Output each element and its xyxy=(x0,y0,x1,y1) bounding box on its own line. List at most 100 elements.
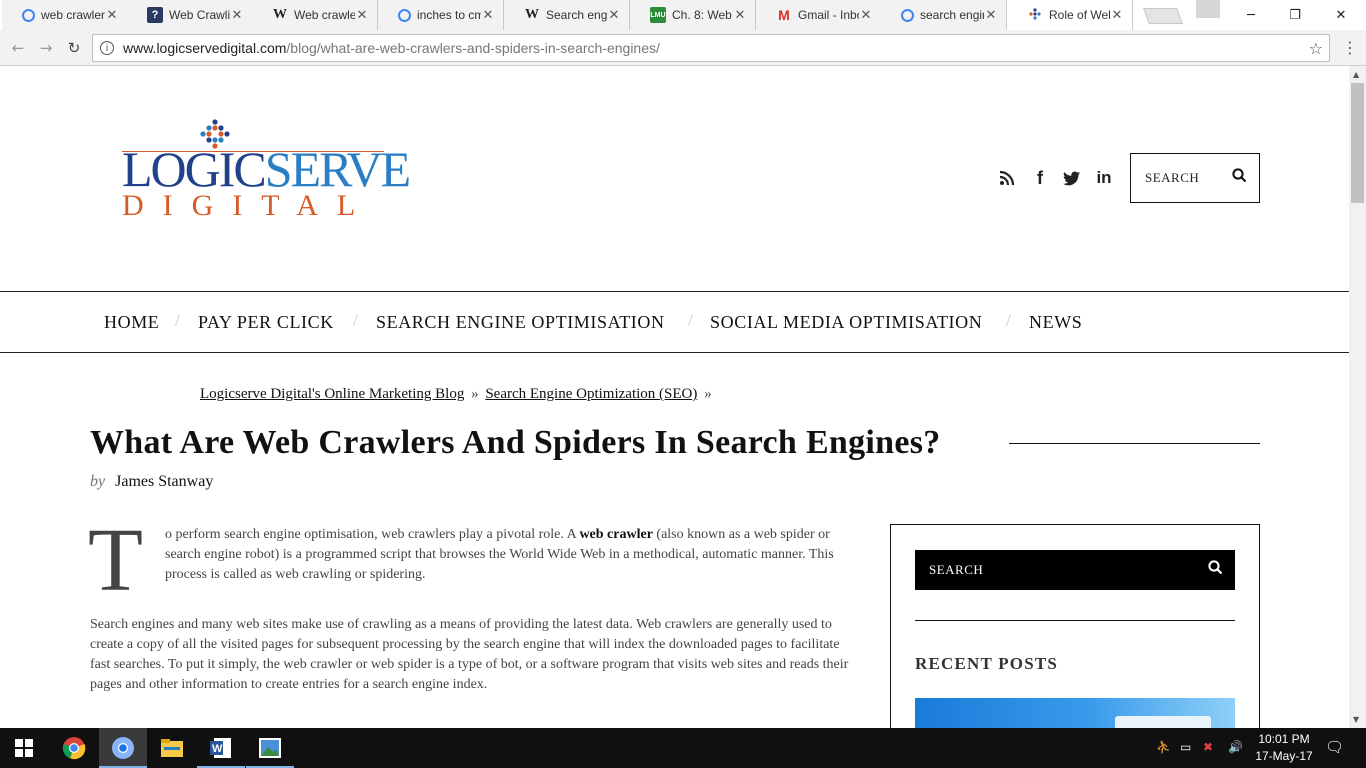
clock-time: 10:01 PM xyxy=(1258,732,1310,746)
browser-tab[interactable]: search engine ✕ xyxy=(881,0,1007,30)
profile-icon[interactable] xyxy=(1196,0,1220,18)
main-nav: HOME / PAY PER CLICK / SEARCH ENGINE OPT… xyxy=(0,291,1349,353)
lmu-icon: LMU xyxy=(650,7,666,23)
browser-tab[interactable]: M Gmail - Inbox ✕ xyxy=(756,0,882,30)
file-explorer-icon[interactable] xyxy=(148,728,196,768)
tab-title: search engine xyxy=(920,8,984,22)
browser-tab[interactable]: LMU Ch. 8: Web C ✕ xyxy=(630,0,756,30)
close-icon[interactable]: ✕ xyxy=(355,7,369,23)
close-icon[interactable]: ✕ xyxy=(230,7,244,23)
bookmark-star-icon[interactable]: ☆ xyxy=(1309,39,1323,58)
sidebar-search[interactable]: SEARCH xyxy=(915,550,1235,590)
taskbar: W ⛹ ▭ ✖ 🔊 🗨 xyxy=(0,728,1366,768)
tab-title: Web Crawling xyxy=(169,8,230,22)
tab-title: inches to cm xyxy=(417,8,481,22)
linkedin-icon[interactable]: in xyxy=(1093,168,1115,188)
browser-tab-strip: web crawler ✕ ? Web Crawling ✕ W Web cra… xyxy=(0,0,1366,30)
info-icon[interactable]: i xyxy=(100,41,114,55)
nav-seo[interactable]: SEARCH ENGINE OPTIMISATION xyxy=(376,312,665,333)
clock-date: 17-May-17 xyxy=(1255,749,1313,763)
windows-start-icon[interactable] xyxy=(0,728,48,768)
title-divider xyxy=(1009,443,1260,444)
scroll-down-icon[interactable]: ▼ xyxy=(1353,715,1359,724)
bold-term: web crawler xyxy=(579,527,653,542)
chrome-active-taskbar-icon[interactable] xyxy=(99,728,147,768)
network-icon[interactable]: ✖ xyxy=(1203,740,1213,754)
facebook-icon[interactable]: f xyxy=(1030,168,1050,188)
word-icon[interactable]: W xyxy=(197,728,245,768)
search-icon[interactable] xyxy=(1208,560,1223,580)
author-name[interactable]: James Stanway xyxy=(115,473,213,490)
rss-icon[interactable] xyxy=(997,168,1017,188)
article-paragraph-1: o perform search engine optimisation, we… xyxy=(165,527,834,582)
restore-icon[interactable]: ❐ xyxy=(1272,0,1318,30)
nav-pay-per-click[interactable]: PAY PER CLICK xyxy=(198,312,334,333)
nav-smo[interactable]: SOCIAL MEDIA OPTIMISATION xyxy=(710,312,982,333)
page-title: What Are Web Crawlers And Spiders In Sea… xyxy=(90,424,941,461)
page-scrollbar[interactable]: ▲ ▼ xyxy=(1349,66,1366,728)
close-icon[interactable]: ✕ xyxy=(607,7,621,23)
twitter-icon[interactable] xyxy=(1061,168,1083,188)
browser-tab[interactable]: inches to cm ✕ xyxy=(378,0,504,30)
url-path: /blog/what-are-web-crawlers-and-spiders-… xyxy=(286,40,660,56)
breadcrumb-blog-link[interactable]: Logicserve Digital's Online Marketing Bl… xyxy=(200,386,464,402)
browser-tab[interactable]: W Search engine ✕ xyxy=(504,0,630,30)
breadcrumb-separator: » xyxy=(704,386,712,402)
back-icon[interactable]: ← xyxy=(7,38,29,58)
nav-news[interactable]: NEWS xyxy=(1029,312,1082,333)
close-icon[interactable]: ✕ xyxy=(1110,7,1124,23)
close-icon[interactable]: ✕ xyxy=(481,7,495,23)
photos-icon[interactable] xyxy=(246,728,294,768)
tab-title: web crawler xyxy=(41,8,105,22)
close-icon[interactable]: ✕ xyxy=(984,7,998,23)
url-host: www.logicservedigital.com xyxy=(123,40,287,56)
browser-tab[interactable]: W Web crawler ✕ xyxy=(252,0,378,30)
taskbar-clock[interactable]: 10:01 PM 17-May-17 xyxy=(1254,731,1314,765)
chrome-taskbar-icon[interactable] xyxy=(50,728,98,768)
logicserve-dots-icon xyxy=(1029,8,1041,20)
breadcrumb-seo-link[interactable]: Search Engine Optimization (SEO) xyxy=(485,386,697,402)
logo-subtitle: DIGITAL xyxy=(122,189,375,222)
drop-cap: T xyxy=(88,511,143,610)
window-close-icon[interactable]: ✕ xyxy=(1318,0,1364,30)
close-icon[interactable]: ✕ xyxy=(105,7,119,23)
browser-menu-icon[interactable]: ⋮ xyxy=(1342,38,1358,57)
nav-separator: / xyxy=(1006,310,1012,330)
nav-separator: / xyxy=(688,310,694,330)
minimize-icon[interactable]: ─ xyxy=(1228,0,1274,30)
browser-tab[interactable]: ? Web Crawling ✕ xyxy=(127,0,253,30)
byline: by James Stanway xyxy=(90,473,213,491)
question-icon: ? xyxy=(147,7,163,23)
browser-tab-active[interactable]: Role of Web ✕ xyxy=(1007,0,1133,30)
new-tab-button[interactable] xyxy=(1143,8,1183,24)
scrollbar-thumb[interactable] xyxy=(1351,83,1364,203)
sidebar-divider xyxy=(915,620,1235,621)
people-icon[interactable]: ⛹ xyxy=(1156,740,1171,754)
google-icon xyxy=(901,8,914,22)
nav-home[interactable]: HOME xyxy=(104,312,159,333)
scroll-up-icon[interactable]: ▲ xyxy=(1353,70,1359,79)
site-logo[interactable]: LOGICSERVE DIGITAL xyxy=(122,118,411,228)
wikipedia-icon: W xyxy=(273,7,287,22)
article-paragraph-2: Search engines and many web sites make u… xyxy=(90,617,849,692)
recent-posts-heading: RECENT POSTS xyxy=(915,654,1059,673)
reload-icon[interactable]: ↻ xyxy=(63,38,85,58)
tab-title: Search engine xyxy=(546,8,607,22)
header-search[interactable]: SEARCH xyxy=(1130,153,1260,203)
forward-icon[interactable]: → xyxy=(35,38,57,58)
close-icon[interactable]: ✕ xyxy=(859,7,873,23)
browser-tab[interactable]: web crawler ✕ xyxy=(2,0,128,30)
browser-toolbar: ← → ↻ i www.logicservedigital.com /blog/… xyxy=(0,30,1366,66)
address-bar[interactable]: i www.logicservedigital.com /blog/what-a… xyxy=(92,34,1330,62)
sidebar-search-label: SEARCH xyxy=(929,562,984,577)
gmail-icon: M xyxy=(778,7,790,23)
volume-icon[interactable]: 🔊 xyxy=(1228,740,1243,754)
action-center-icon[interactable]: 🗨 xyxy=(1325,738,1344,756)
svg-text:W: W xyxy=(212,743,223,755)
tab-title: Ch. 8: Web C xyxy=(672,8,733,22)
battery-icon[interactable]: ▭ xyxy=(1180,740,1191,754)
close-icon[interactable]: ✕ xyxy=(733,7,747,23)
search-icon[interactable] xyxy=(1232,168,1247,188)
breadcrumb-separator: » xyxy=(471,386,479,402)
header-search-label: SEARCH xyxy=(1145,170,1200,185)
